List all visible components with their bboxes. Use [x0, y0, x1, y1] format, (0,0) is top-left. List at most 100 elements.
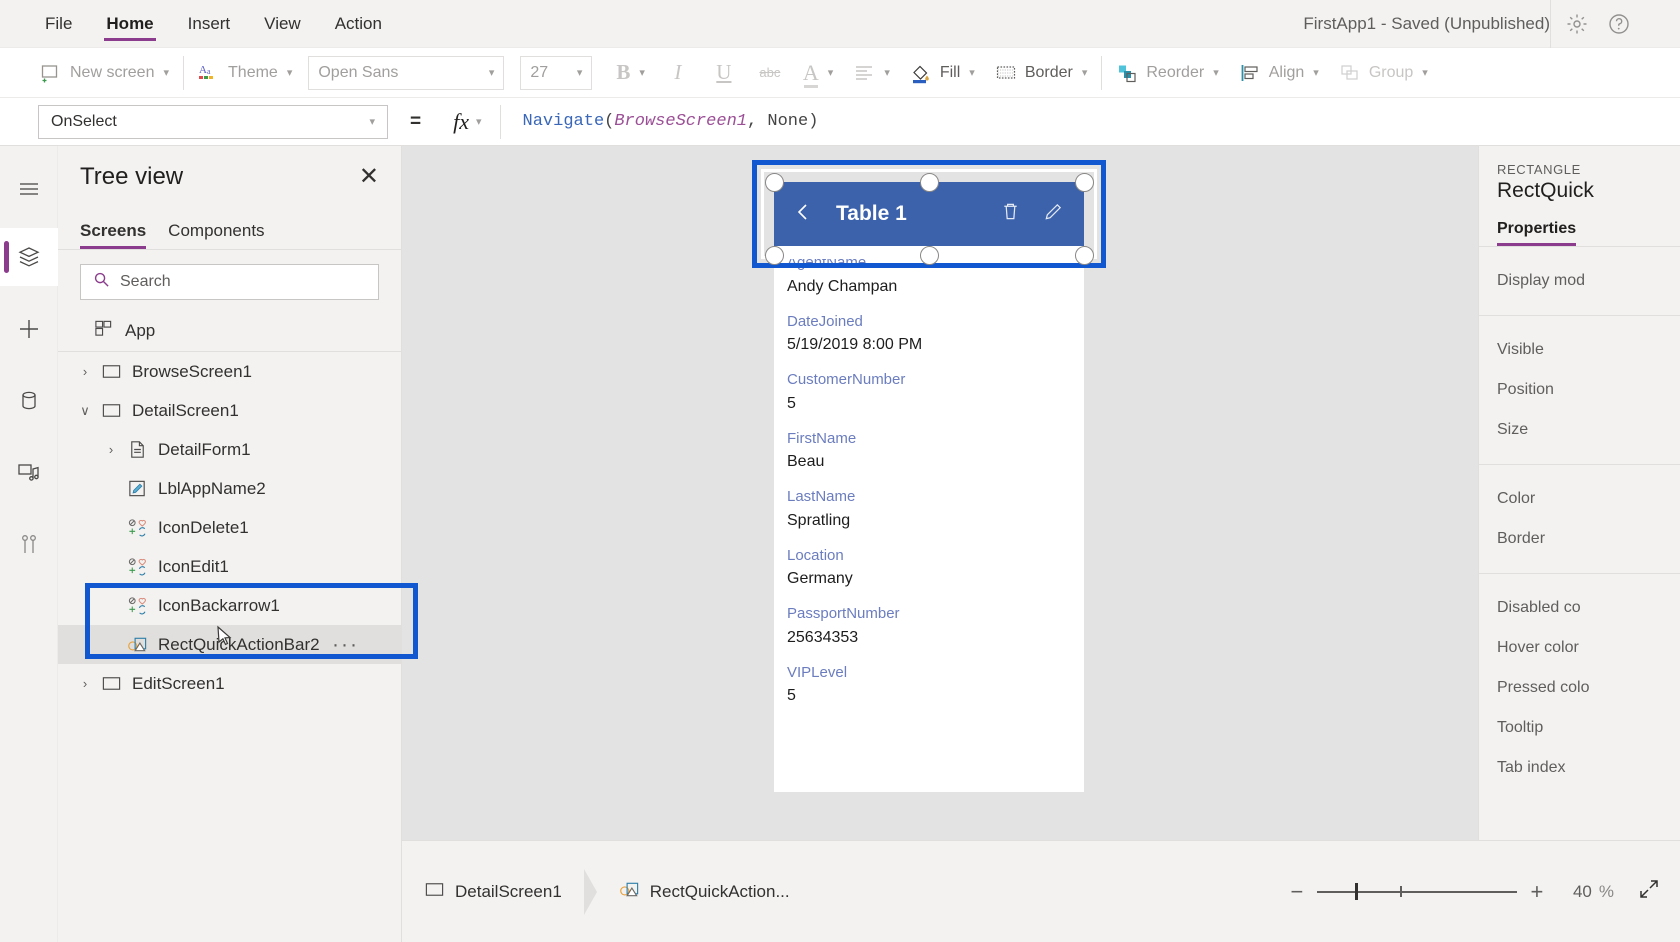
tree-node-app[interactable]: App	[58, 310, 401, 352]
properties-group-states: Disabled co Hover color Pressed colo Too…	[1479, 574, 1680, 802]
fill-button[interactable]: Fill ▾	[900, 54, 985, 92]
menu-item-view[interactable]: View	[247, 0, 318, 48]
font-family-select[interactable]: Open Sans ▾	[308, 55, 505, 90]
zoom-slider[interactable]	[1316, 872, 1517, 912]
chevron-left-icon[interactable]	[792, 201, 814, 227]
border-icon	[995, 62, 1017, 84]
border-button[interactable]: Border ▾	[985, 54, 1098, 92]
chevron-down-icon: ▾	[286, 67, 293, 79]
sidebar-item-advanced[interactable]	[0, 516, 58, 574]
hamburger-menu-button[interactable]	[0, 160, 58, 218]
theme-button[interactable]: A a Theme ▾	[188, 54, 302, 92]
menu-item-action[interactable]: Action	[318, 0, 399, 48]
resize-handle-bottom-center[interactable]	[920, 246, 939, 265]
tree-node-editscreen1[interactable]: › EditScreen1	[58, 664, 401, 703]
align-button[interactable]: Align ▾	[1229, 54, 1329, 92]
group-label: Group	[1368, 63, 1414, 81]
media-icon	[16, 460, 42, 486]
sidebar-item-data[interactable]	[0, 372, 58, 430]
tree-node-detailform1[interactable]: › DetailForm1	[58, 430, 401, 469]
zoom-out-button[interactable]: −	[1277, 872, 1317, 912]
tree-node-browsescreen1[interactable]: › BrowseScreen1	[58, 352, 401, 391]
fit-to-screen-icon[interactable]	[1638, 878, 1660, 906]
property-select-value: OnSelect	[51, 112, 117, 130]
formula-input[interactable]: Navigate(BrowseScreen1, None)	[523, 112, 819, 131]
resize-handle-bottom-left[interactable]	[765, 246, 784, 265]
power-apps-studio: File Home Insert View Action FirstApp1 -…	[0, 0, 1680, 942]
pencil-icon[interactable]	[1043, 201, 1064, 227]
resize-handle-bottom-right[interactable]	[1075, 246, 1094, 265]
breadcrumb-item-rectquickaction[interactable]: RectQuickAction...	[597, 869, 812, 915]
reorder-button[interactable]: Reorder ▾	[1106, 54, 1228, 92]
resize-handle-top-left[interactable]	[765, 173, 784, 192]
tree-view-header: Tree view ✕	[58, 146, 401, 208]
property-visible[interactable]: Visible	[1479, 330, 1680, 370]
property-tab-index[interactable]: Tab index	[1479, 748, 1680, 788]
bold-button[interactable]: B ▾	[606, 54, 655, 92]
chevron-right-icon[interactable]: ›	[72, 364, 98, 379]
form-field: FirstName Beau	[787, 428, 1084, 475]
icon-control-icon	[124, 556, 150, 577]
tree-node-icondelete1[interactable]: IconDelete1	[58, 508, 401, 547]
properties-group-appearance: Color Border	[1479, 465, 1680, 574]
sidebar-item-insert[interactable]	[0, 300, 58, 358]
menu-item-file[interactable]: File	[28, 0, 89, 48]
help-question-icon[interactable]	[1607, 12, 1631, 36]
settings-gear-icon[interactable]	[1565, 12, 1589, 36]
more-options-icon[interactable]: ···	[332, 633, 359, 657]
chevron-down-icon: ▾	[163, 67, 170, 79]
menu-item-insert[interactable]: Insert	[171, 0, 248, 48]
chevron-down-icon: ▾	[969, 67, 975, 79]
property-position[interactable]: Position	[1479, 370, 1680, 410]
resize-handle-top-right[interactable]	[1075, 173, 1094, 192]
fx-button[interactable]: fx ▾	[443, 104, 501, 139]
property-tooltip[interactable]: Tooltip	[1479, 708, 1680, 748]
app-icon	[94, 319, 113, 343]
sidebar-item-tree-view[interactable]	[0, 228, 58, 286]
italic-button[interactable]: I	[655, 54, 701, 92]
zoom-in-button[interactable]: +	[1517, 872, 1557, 912]
chevron-right-icon[interactable]: ›	[98, 442, 124, 457]
property-border[interactable]: Border	[1479, 519, 1680, 559]
search-input[interactable]: Search	[80, 264, 379, 300]
menu-item-home[interactable]: Home	[89, 0, 170, 48]
sidebar-item-media[interactable]	[0, 444, 58, 502]
chevron-down-icon[interactable]: ∨	[72, 403, 98, 419]
chevron-right-icon[interactable]: ›	[72, 676, 98, 691]
zoom-slider-thumb[interactable]	[1354, 883, 1358, 900]
design-canvas[interactable]: AgentName Andy Champan DateJoined 5/19/2…	[402, 146, 1478, 840]
font-color-button[interactable]: A ▾	[793, 54, 843, 92]
field-value: 25634353	[787, 628, 859, 646]
group-button[interactable]: Group ▾	[1329, 54, 1438, 92]
close-icon[interactable]: ✕	[359, 165, 379, 189]
underline-button[interactable]: U	[701, 54, 747, 92]
strikethrough-button[interactable]: abc	[747, 54, 793, 92]
property-select[interactable]: OnSelect ▾	[38, 104, 388, 139]
breadcrumb: DetailScreen1 RectQuickAction...	[402, 841, 812, 942]
property-disabled-color[interactable]: Disabled co	[1479, 588, 1680, 628]
rectangle-icon	[124, 634, 150, 655]
property-pressed-color[interactable]: Pressed colo	[1479, 668, 1680, 708]
tree-node-iconedit1[interactable]: IconEdit1	[58, 547, 401, 586]
tab-components[interactable]: Components	[168, 221, 264, 249]
tree-node-lblappname2[interactable]: LblAppName2	[58, 469, 401, 508]
property-hover-color[interactable]: Hover color	[1479, 628, 1680, 668]
data-sources-icon	[16, 388, 42, 414]
property-color[interactable]: Color	[1479, 479, 1680, 519]
property-display-mode[interactable]: Display mod	[1479, 261, 1680, 301]
field-label: FirstName	[787, 429, 857, 447]
chevron-down-icon: ▾	[488, 67, 495, 79]
tab-properties[interactable]: Properties	[1497, 220, 1577, 246]
text-align-button[interactable]: ▾	[843, 54, 900, 92]
property-size[interactable]: Size	[1479, 410, 1680, 450]
breadcrumb-item-detailscreen1[interactable]: DetailScreen1	[402, 869, 584, 915]
reorder-label: Reorder	[1146, 63, 1205, 81]
tree-node-iconbackarrow1[interactable]: IconBackarrow1	[58, 586, 401, 625]
resize-handle-top-center[interactable]	[920, 173, 939, 192]
font-size-select[interactable]: 27 ▾	[520, 55, 593, 90]
tree-node-detailscreen1[interactable]: ∨ DetailScreen1	[58, 391, 401, 430]
trash-icon[interactable]	[1000, 201, 1021, 227]
tab-screens[interactable]: Screens	[80, 221, 147, 249]
reorder-icon	[1116, 62, 1138, 84]
new-screen-button[interactable]: New screen ▾	[30, 54, 179, 92]
